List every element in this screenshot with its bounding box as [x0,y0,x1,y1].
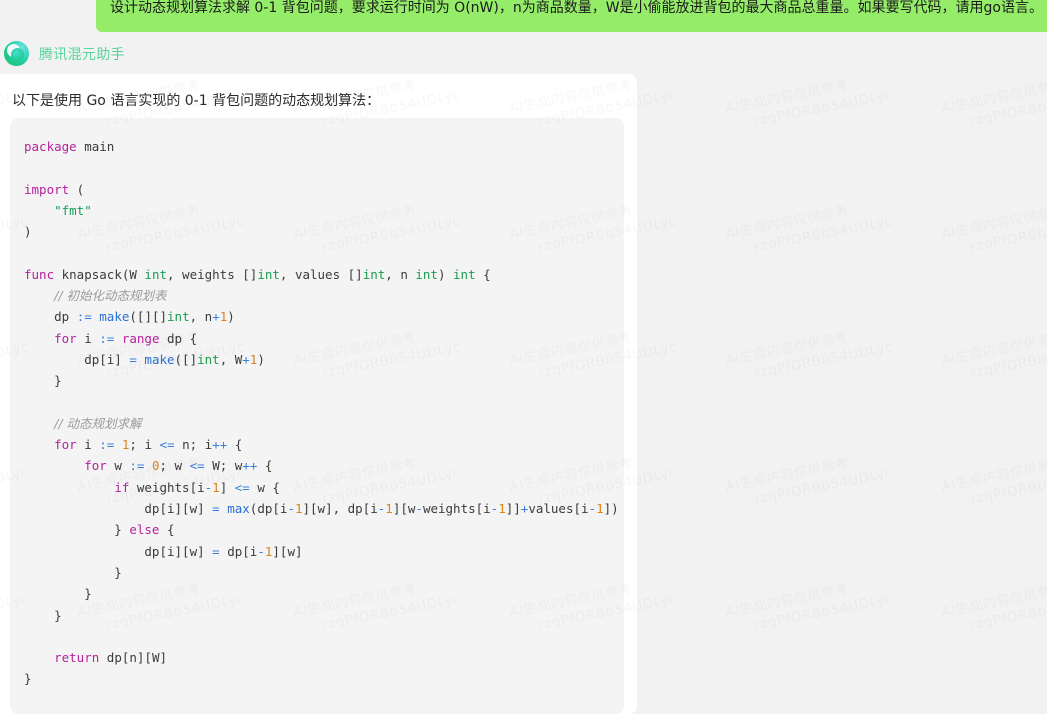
watermark-text: AI生成内容仅供参考rzqPfQRBb54UDLyc [724,572,894,639]
watermark-text: AI生成内容仅供参考rzqPfQRBb54UDLyc [940,572,1047,639]
watermark-text: AI生成内容仅供参考rzqPfQRBb54UDLyc [940,446,1047,513]
assistant-message-bubble: 以下是使用 Go 语言实现的 0-1 背包问题的动态规划算法： package … [0,74,637,714]
code-block[interactable]: package main import ( "fmt" ) func knaps… [10,118,624,714]
code-scroll-area[interactable]: package main import ( "fmt" ) func knaps… [10,118,624,714]
watermark-text: AI生成内容仅供参考rzqPfQRBb54UDLyc [724,68,894,135]
user-message-bubble[interactable]: 设计动态规划算法求解 0-1 背包问题，要求运行时间为 O(nW)，n为商品数量… [95,0,1047,32]
assistant-name: 腾讯混元助手 [39,46,125,63]
watermark-text: AI生成内容仅供参考rzqPfQRBb54UDLyc [724,320,894,387]
watermark-text: AI生成内容仅供参考rzqPfQRBb54UDLyc [724,446,894,513]
assistant-intro-text: 以下是使用 Go 语言实现的 0-1 背包问题的动态规划算法： [12,93,381,109]
watermark-text: AI生成内容仅供参考rzqPfQRBb54UDLyc [940,194,1047,261]
watermark-text: AI生成内容仅供参考rzqPfQRBb54UDLyc [724,194,894,261]
code-content: package main import ( "fmt" ) func knaps… [24,139,619,687]
assistant-header: 腾讯混元助手 [4,41,125,66]
hunyuan-logo-icon[interactable] [4,41,29,66]
user-message-row: 设计动态规划算法求解 0-1 背包问题，要求运行时间为 O(nW)，n为商品数量… [0,0,1047,32]
watermark-text: AI生成内容仅供参考rzqPfQRBb54UDLyc [940,320,1047,387]
watermark-text: AI生成内容仅供参考rzqPfQRBb54UDLyc [940,68,1047,135]
